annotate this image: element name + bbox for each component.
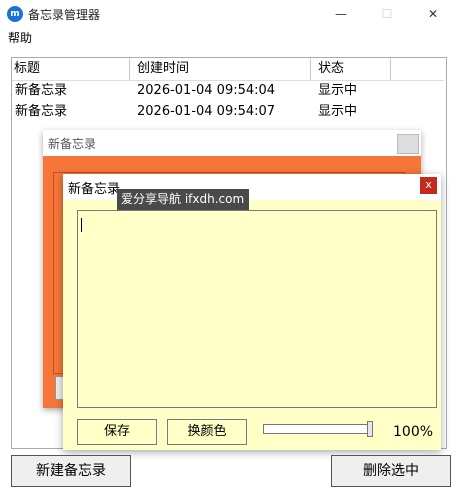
new-note-button[interactable]: 新建备忘录 — [11, 455, 131, 487]
title-bar: m 备忘录管理器 — ☐ ✕ — [0, 0, 456, 28]
note-text-area[interactable] — [77, 210, 437, 408]
header-status[interactable]: 状态 — [318, 58, 391, 80]
app-icon: m — [7, 6, 23, 22]
yellow-note-title: 新备忘录 — [68, 182, 121, 197]
yellow-note-window[interactable]: 新备忘录 x 保存 换颜色 100% — [63, 174, 441, 450]
row-2-status[interactable]: 显示中 — [318, 102, 357, 122]
delete-selected-button[interactable]: 删除选中 — [331, 455, 451, 487]
header-created[interactable]: 创建时间 — [137, 58, 311, 80]
text-caret — [81, 218, 82, 232]
row-1-status[interactable]: 显示中 — [318, 81, 357, 101]
row-2-created[interactable]: 2026-01-04 09:54:07 — [137, 102, 275, 122]
maximize-button[interactable]: ☐ — [364, 0, 410, 28]
orange-note-title-bar[interactable]: 新备忘录 — [43, 130, 421, 156]
opacity-slider-thumb[interactable] — [367, 421, 373, 437]
orange-note-title: 新备忘录 — [48, 137, 97, 151]
yellow-note-close-button[interactable]: x — [420, 177, 437, 194]
menu-help[interactable]: 帮助 — [8, 29, 32, 46]
change-color-button[interactable]: 换颜色 — [167, 419, 247, 445]
close-button[interactable]: ✕ — [410, 0, 456, 28]
row-1-created[interactable]: 2026-01-04 09:54:04 — [137, 81, 275, 101]
save-button[interactable]: 保存 — [77, 419, 157, 445]
row-2-title[interactable]: 新备忘录 — [15, 102, 67, 122]
minimize-button[interactable]: — — [318, 0, 364, 28]
row-1-title[interactable]: 新备忘录 — [15, 81, 67, 101]
header-title[interactable]: 标题 — [14, 58, 130, 80]
watermark-tooltip: 爱分享导航 ifxdh.com — [117, 189, 249, 210]
opacity-slider[interactable] — [263, 424, 373, 434]
orange-note-close-button[interactable] — [397, 134, 419, 154]
window-title: 备忘录管理器 — [28, 8, 101, 22]
opacity-value: 100% — [393, 424, 434, 440]
